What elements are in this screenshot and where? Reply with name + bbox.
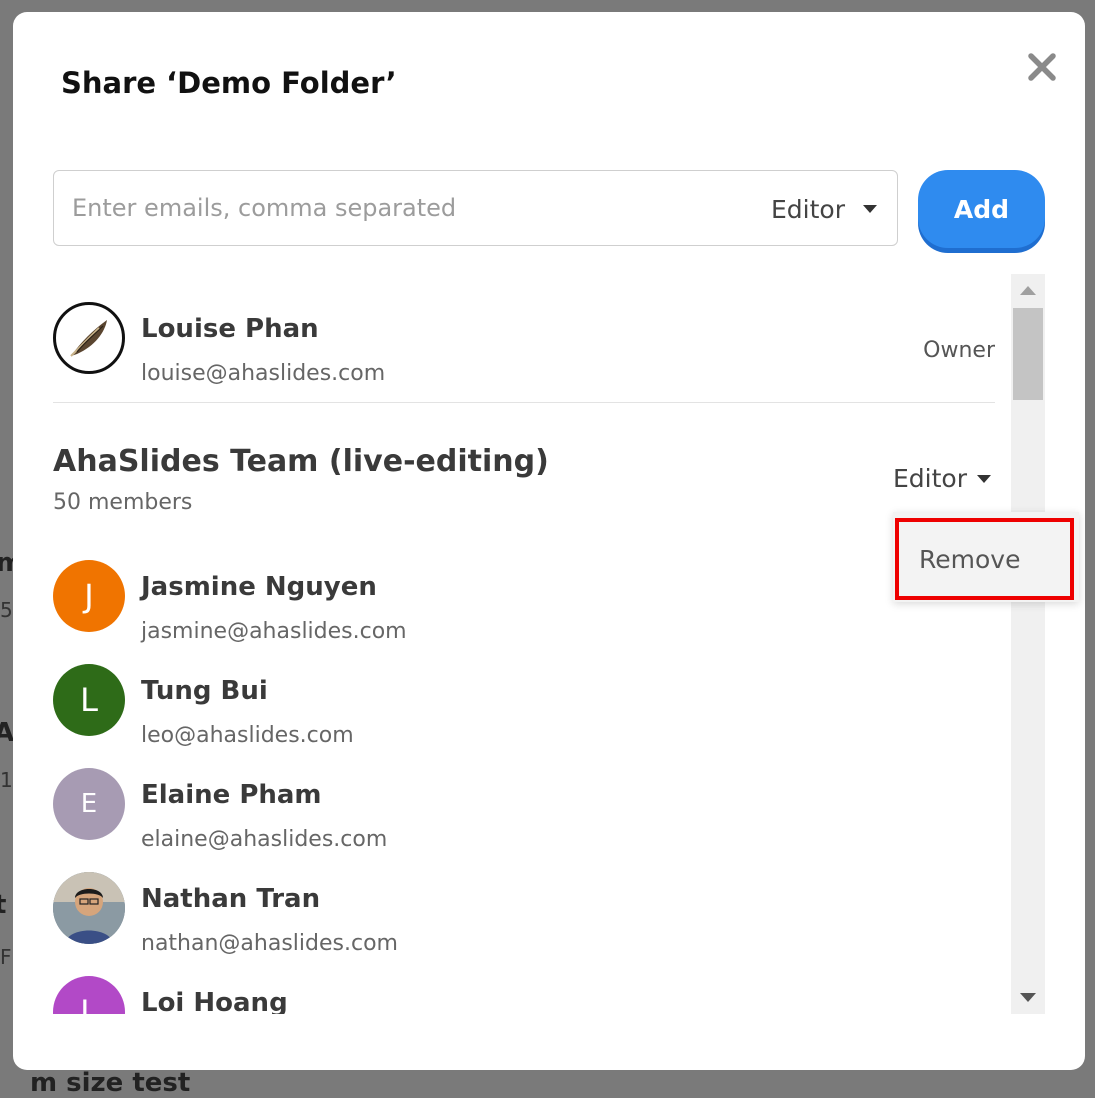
collaborator-list[interactable]: Louise Phan louise@ahaslides.com Owner A… xyxy=(53,274,995,1014)
team-name: AhaSlides Team (live-editing) xyxy=(53,444,549,479)
member-name: Loi Hoang xyxy=(141,988,288,1014)
owner-row: Louise Phan louise@ahaslides.com Owner xyxy=(53,302,995,386)
member-row: L Loi Hoang xyxy=(53,976,995,1014)
email-input[interactable] xyxy=(72,189,712,227)
feather-avatar-icon xyxy=(70,320,107,357)
member-row: L Tung Bui leo@ahaslides.com xyxy=(53,664,995,748)
owner-role-label: Owner xyxy=(923,338,995,363)
avatar xyxy=(53,872,125,944)
scroll-down-arrow-icon[interactable] xyxy=(1020,993,1036,1002)
owner-email: louise@ahaslides.com xyxy=(141,361,386,386)
invite-role-select[interactable]: Editor xyxy=(771,191,877,227)
team-member-count: 50 members xyxy=(53,490,193,515)
divider xyxy=(53,402,995,403)
close-button[interactable] xyxy=(1025,50,1059,84)
background-fragment: A xyxy=(0,718,15,748)
team-role-select[interactable]: Editor xyxy=(893,464,991,493)
avatar: J xyxy=(53,560,125,632)
owner-name: Louise Phan xyxy=(141,314,319,344)
invite-field: Editor xyxy=(53,170,898,246)
member-email: nathan@ahaslides.com xyxy=(141,931,398,956)
member-name: Elaine Pham xyxy=(141,780,322,810)
member-name: Jasmine Nguyen xyxy=(141,572,377,602)
remove-menu-item[interactable]: Remove xyxy=(895,518,1074,600)
member-email: leo@ahaslides.com xyxy=(141,723,354,748)
avatar: E xyxy=(53,768,125,840)
team-role-label: Editor xyxy=(893,464,967,493)
caret-down-icon xyxy=(863,205,877,213)
person-photo-icon xyxy=(53,872,125,944)
member-email: jasmine@ahaslides.com xyxy=(141,619,407,644)
background-fragment: t xyxy=(0,890,7,920)
member-row: J Jasmine Nguyen jasmine@ahaslides.com xyxy=(53,560,995,644)
background-fragment: 5 xyxy=(0,598,13,622)
avatar: L xyxy=(53,976,125,1014)
member-name: Tung Bui xyxy=(141,676,268,706)
member-name: Nathan Tran xyxy=(141,884,321,914)
share-dialog: Share ‘Demo Folder’ Editor Add Louise Ph… xyxy=(13,12,1085,1070)
close-icon xyxy=(1028,53,1056,81)
background-fragment: 1 xyxy=(0,768,13,792)
background-fragment: F xyxy=(0,945,12,969)
role-dropdown-menu: Remove xyxy=(893,512,1079,602)
add-button[interactable]: Add xyxy=(918,170,1045,248)
scroll-up-arrow-icon[interactable] xyxy=(1020,286,1036,295)
avatar: L xyxy=(53,664,125,736)
member-row: E Elaine Pham elaine@ahaslides.com xyxy=(53,768,995,852)
scroll-thumb[interactable] xyxy=(1013,308,1043,400)
background-fragment: m size test xyxy=(30,1068,191,1098)
list-scrollbar[interactable] xyxy=(1011,274,1045,1014)
owner-avatar xyxy=(53,302,125,374)
member-email: elaine@ahaslides.com xyxy=(141,827,388,852)
caret-down-icon xyxy=(977,474,991,483)
dialog-title: Share ‘Demo Folder’ xyxy=(61,66,397,100)
invite-role-label: Editor xyxy=(771,194,845,224)
member-row: Nathan Tran nathan@ahaslides.com xyxy=(53,872,995,956)
